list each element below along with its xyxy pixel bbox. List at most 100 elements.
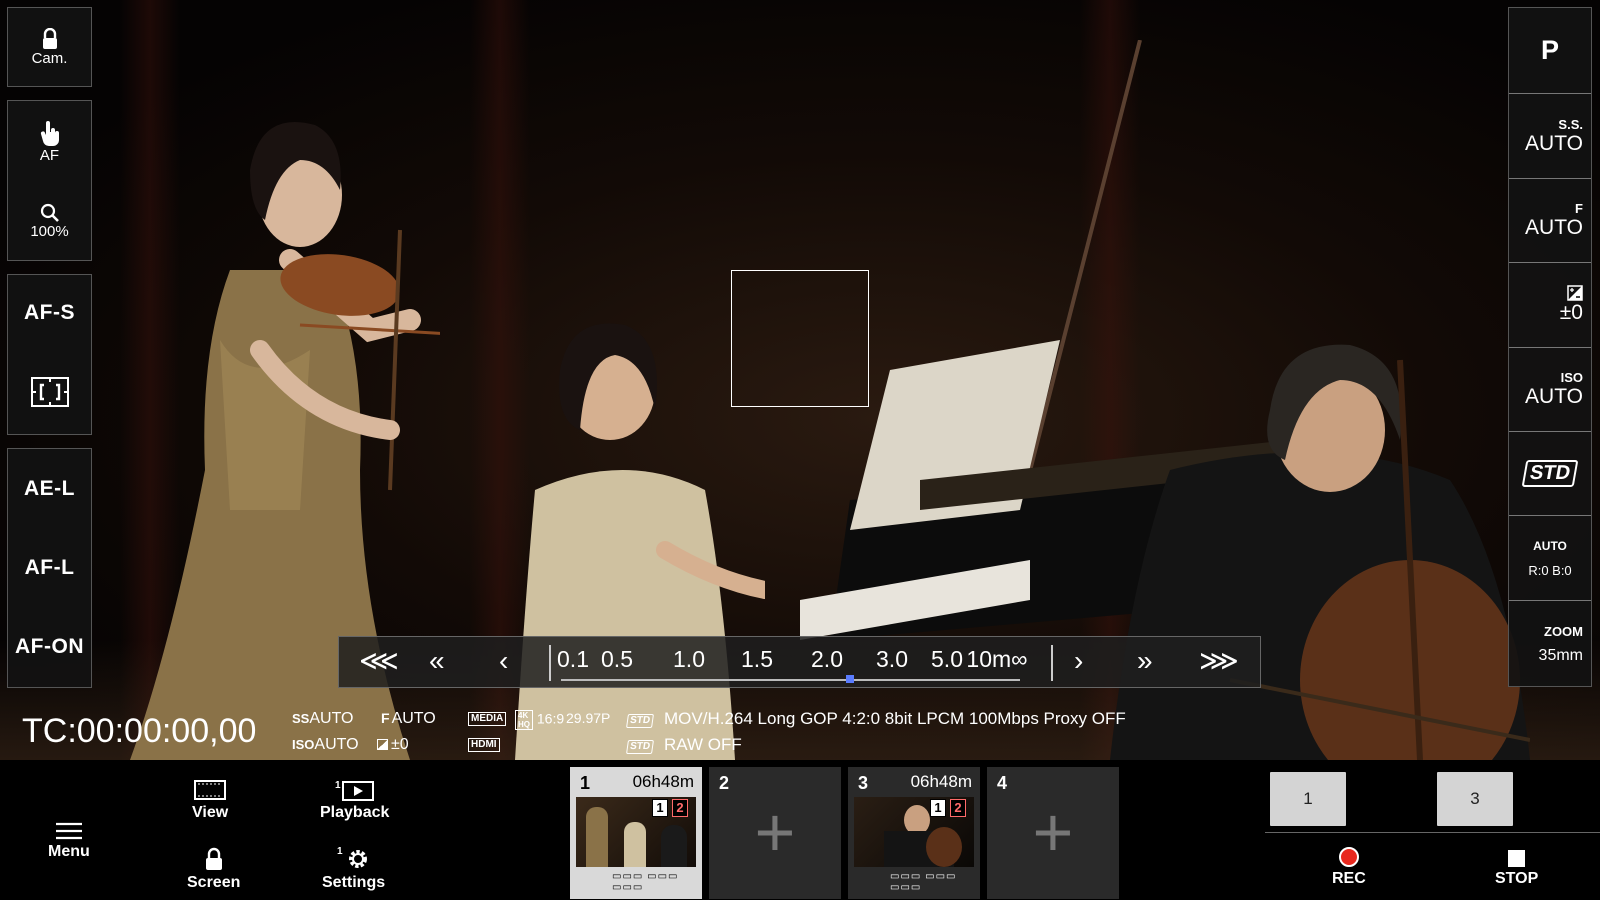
iso-value: AUTO	[1525, 385, 1583, 408]
audio-meters: ▭▭▭ ▭▭▭ ▭▭▭	[612, 871, 679, 893]
std-tag: STD	[626, 714, 654, 728]
stop-icon	[1508, 850, 1526, 867]
screen-lock-icon	[205, 847, 222, 870]
focus-near-medium-button[interactable]: «	[429, 647, 445, 675]
status-iso-prefix: ISO	[292, 737, 315, 752]
exposure-comp-icon	[1567, 285, 1583, 301]
exposure-comp-button[interactable]: ±0	[1509, 263, 1591, 348]
iso-label: ISO	[1560, 370, 1583, 385]
focus-far-small-button[interactable]: ›	[1074, 647, 1083, 675]
slot-2[interactable]: 2 +	[709, 767, 841, 899]
status-exposure-value: ±0	[391, 736, 409, 753]
focus-near-large-button[interactable]: ⋘	[359, 647, 399, 675]
std-tag: STD	[626, 740, 654, 754]
focus-tick-label: 1.0	[673, 646, 705, 672]
magnify-icon	[40, 204, 59, 223]
shooting-mode-button[interactable]: P	[1509, 8, 1591, 94]
focus-far-large-button[interactable]: ⋙	[1199, 647, 1239, 675]
playback-label: Playback	[320, 804, 390, 821]
white-balance-label: AUTO	[1533, 538, 1567, 553]
cam-lock-group: Cam.	[7, 7, 92, 87]
aperture-button[interactable]: F AUTO	[1509, 179, 1591, 263]
aperture-value: AUTO	[1525, 216, 1583, 239]
focus-tick-label: 10m∞	[966, 646, 1028, 672]
assign-button-1[interactable]: 1	[1270, 772, 1346, 826]
focus-distance-scale[interactable]: 0.1 0.5 1.0 1.5 2.0 3.0 5.0 10m∞	[549, 637, 1032, 689]
aperture-label: F	[1575, 201, 1583, 216]
screen-lock-label: Screen	[187, 874, 241, 891]
settings-label: Settings	[322, 874, 386, 891]
focus-separator	[1051, 645, 1053, 681]
af-mode-label: AF-S	[24, 300, 75, 324]
svg-text:1: 1	[337, 846, 343, 857]
status-format: MOV/H.264 Long GOP 4:2:0 8bit LPCM 100Mb…	[664, 709, 1126, 728]
slot-4[interactable]: 4 +	[987, 767, 1119, 899]
cam-lock-button[interactable]: Cam.	[8, 27, 91, 67]
exposure-comp-value: ±0	[1559, 301, 1583, 324]
white-balance-button[interactable]: AUTO R:0 B:0	[1509, 516, 1591, 601]
pianist-figure	[515, 323, 765, 760]
focus-position-marker[interactable]	[846, 675, 855, 683]
focus-scale-line	[561, 679, 1020, 681]
rec-label: REC	[1332, 870, 1366, 887]
af-mode-group: AF-S	[7, 274, 92, 435]
slot-number: 2	[719, 773, 730, 793]
slot-remaining-time: 06h48m	[910, 772, 972, 791]
ae-lock-button[interactable]: AE-L	[8, 477, 91, 501]
zoom-button[interactable]: ZOOM 35mm	[1509, 601, 1591, 687]
focus-tick-label: 2.0	[811, 646, 843, 672]
slot-badge-2: 2	[950, 799, 966, 817]
slot-number: 3	[858, 773, 869, 793]
add-slot-icon: +	[1032, 793, 1074, 871]
shutter-speed-button[interactable]: S.S. AUTO	[1509, 94, 1591, 179]
lock-icon	[42, 27, 57, 49]
stop-button[interactable]: STOP	[1495, 845, 1538, 888]
slot-number: 4	[997, 773, 1008, 793]
slot-number: 1	[580, 773, 591, 793]
focus-bar: ⋘ « ‹ 0.1 0.5 1.0 1.5 2.0 3.0 5.0 10m∞ › » ⋙	[338, 636, 1261, 688]
playback-button[interactable]: 1 Playback	[320, 773, 389, 822]
shutter-speed-label: S.S.	[1558, 116, 1583, 132]
exposure-panel: P S.S. AUTO F AUTO ±0 ISO AUTO STD AUTO …	[1508, 7, 1592, 687]
slot-3[interactable]: 3 06h48m 1 2 ▭▭▭ ▭▭▭ ▭▭▭	[848, 767, 980, 899]
af-area-button[interactable]	[8, 376, 91, 408]
slot-remaining-time: 06h48m	[632, 772, 694, 791]
stop-label: STOP	[1495, 870, 1539, 887]
status-shutter: SSAUTO	[292, 710, 354, 728]
status-f-value: AUTO	[391, 710, 436, 727]
focus-far-medium-button[interactable]: »	[1137, 647, 1153, 675]
screen-lock-button[interactable]: Screen	[187, 843, 240, 892]
af-lock-button[interactable]: AF-L	[8, 556, 91, 580]
status-exposure-icon	[377, 739, 388, 750]
zoom-label: ZOOM	[1544, 623, 1583, 639]
picture-style-button[interactable]: STD	[1509, 432, 1591, 516]
focus-tick-label: 0.1	[557, 646, 589, 672]
slot-badge-1: 1	[652, 799, 668, 817]
focus-tick-label: 5.0	[931, 646, 963, 672]
iso-button[interactable]: ISO AUTO	[1509, 348, 1591, 432]
audio-meters: ▭▭▭ ▭▭▭ ▭▭▭	[890, 871, 957, 893]
af-area-icon	[30, 377, 69, 408]
view-button[interactable]: View	[192, 773, 228, 822]
af-on-button[interactable]: AF-ON	[8, 635, 91, 659]
af-lock-label: AF-L	[24, 555, 75, 579]
settings-button[interactable]: 1 Settings	[322, 843, 385, 892]
touch-af-button[interactable]: AF	[8, 120, 91, 164]
af-mode-button[interactable]: AF-S	[8, 301, 91, 325]
shutter-speed-value: AUTO	[1525, 131, 1583, 155]
touch-af-group: AF 100%	[7, 100, 92, 261]
focus-near-small-button[interactable]: ‹	[499, 647, 508, 675]
focus-tick-label: 3.0	[876, 646, 908, 672]
hamburger-icon	[55, 822, 82, 840]
menu-button[interactable]: Menu	[48, 812, 90, 861]
view-icon	[194, 780, 227, 800]
magnify-button[interactable]: 100%	[8, 203, 91, 240]
status-resolution: 4K HQ 16:9	[515, 710, 564, 730]
af-frame[interactable]	[731, 270, 869, 407]
slot-1[interactable]: 1 06h48m 1 2 ▭▭▭ ▭▭▭ ▭▭▭	[570, 767, 702, 899]
timecode: TC:00:00:00,00	[22, 712, 257, 750]
assign-button-3[interactable]: 3	[1437, 772, 1513, 826]
rec-button[interactable]: REC	[1332, 845, 1366, 888]
gear-icon: 1	[337, 846, 367, 868]
status-aperture: F AUTO	[381, 710, 436, 728]
